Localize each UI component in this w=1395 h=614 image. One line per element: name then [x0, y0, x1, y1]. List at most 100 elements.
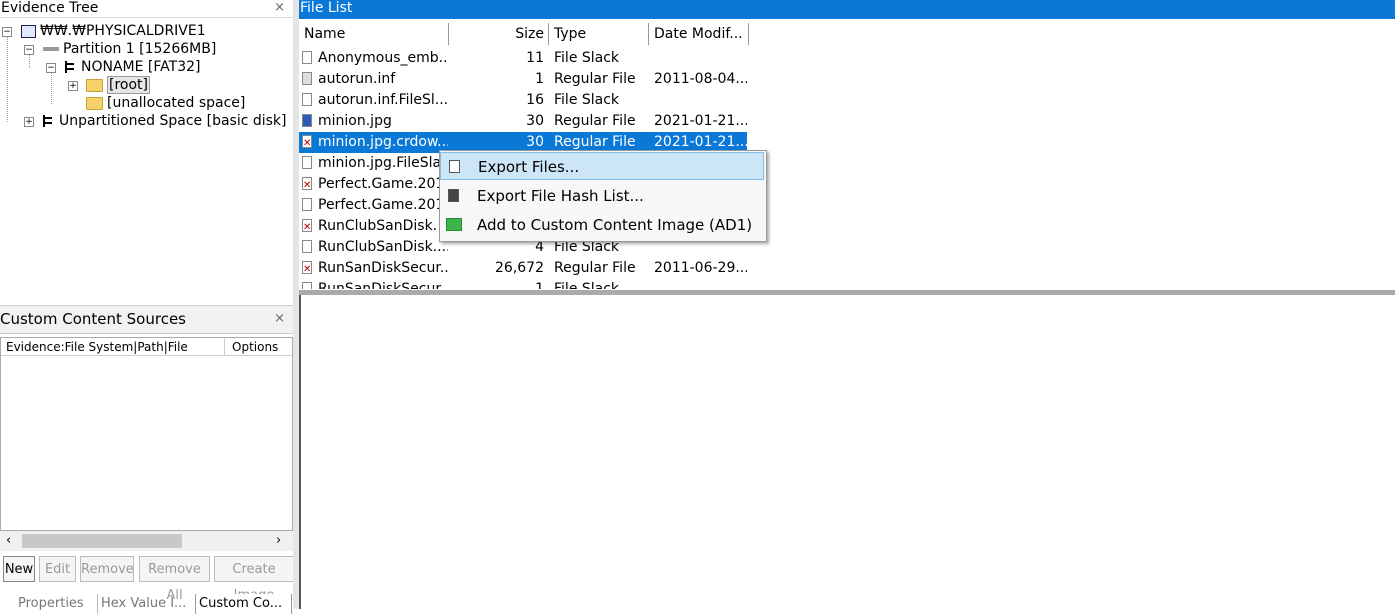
file-icon — [302, 156, 312, 169]
edit-button[interactable]: Edit — [39, 556, 76, 582]
file-icon — [302, 72, 312, 85]
tree-expand-icon[interactable]: + — [24, 117, 34, 127]
cell-name: Perfect.Game.201. — [318, 176, 448, 192]
cell-name: autorun.inf.FileSl... — [318, 92, 448, 108]
drive-icon — [21, 24, 36, 38]
remove-button[interactable]: Remove — [80, 556, 134, 582]
cell-name: RunClubSanDisk.... — [318, 239, 448, 255]
cell-size: 11 — [526, 50, 544, 66]
cell-name: RunClubSanDisk. — [318, 218, 438, 234]
column-header-evidence[interactable]: Evidence:File System|Path|File — [1, 338, 225, 356]
tree-item-partition[interactable]: Partition 1 [15266MB] — [43, 40, 216, 58]
cell-date: 2021-01-21... — [654, 113, 747, 129]
deleted-file-icon — [302, 133, 312, 154]
column-header-options[interactable]: Options — [225, 338, 292, 356]
file-icon — [302, 114, 312, 127]
horizontal-scrollbar[interactable]: ‹ › — [0, 531, 293, 551]
cell-name: autorun.inf — [318, 71, 396, 87]
content-viewer — [299, 295, 1395, 609]
file-list-title: File List — [299, 0, 1395, 19]
cell-date: 2011-08-04... — [654, 71, 747, 87]
scroll-left-icon[interactable]: ‹ — [6, 533, 11, 548]
cell-type: File Slack — [554, 50, 620, 66]
scroll-right-icon[interactable]: › — [276, 533, 281, 548]
folder-icon — [86, 78, 103, 92]
custom-content-title-text: Custom Content Sources — [0, 310, 186, 328]
tree-collapse-icon[interactable]: − — [2, 27, 12, 37]
cell-name: RunSanDiskSecur... — [318, 281, 448, 289]
tree-collapse-icon[interactable]: − — [24, 45, 34, 55]
table-row[interactable]: autorun.inf 1 Regular File 2011-08-04... — [299, 69, 747, 90]
tree-item-label: Partition 1 [15266MB] — [63, 41, 217, 57]
tree-collapse-icon[interactable]: − — [46, 63, 56, 73]
menu-item-label: Add to Custom Content Image (AD1) — [477, 216, 753, 234]
tree-item-label: NONAME [FAT32] — [81, 59, 201, 75]
remove-all-button[interactable]: Remove All — [139, 556, 210, 603]
tree-item-label: [root] — [107, 76, 150, 94]
column-header-name[interactable]: Name — [299, 23, 449, 45]
new-button[interactable]: New — [3, 556, 35, 582]
tree-item-label: [unallocated space] — [107, 95, 246, 111]
tree-item-unallocated[interactable]: [unallocated space] — [86, 94, 245, 112]
column-header-date[interactable]: Date Modif... — [649, 23, 749, 45]
tree-item-label: ₩₩.₩PHYSICALDRIVE1 — [40, 23, 206, 39]
custom-content-title: Custom Content Sources — [0, 305, 293, 334]
deleted-file-icon — [302, 217, 312, 238]
hash-list-icon — [448, 189, 459, 202]
cell-name: RunSanDiskSecur... — [318, 260, 448, 276]
cell-size: 16 — [526, 92, 544, 108]
scrollbar-thumb[interactable] — [22, 534, 182, 548]
file-icon — [302, 51, 312, 64]
filesystem-icon — [65, 61, 77, 73]
custom-content-grid[interactable]: Evidence:File System|Path|File Options — [0, 337, 293, 531]
create-image-button[interactable]: Create Image — [214, 556, 294, 603]
cell-size: 1 — [535, 281, 544, 289]
table-row[interactable]: autorun.inf.FileSl... 16 File Slack — [299, 90, 747, 111]
custom-content-close-icon[interactable]: × — [274, 311, 285, 326]
table-row[interactable]: Anonymous_emb... 11 File Slack — [299, 48, 747, 69]
cell-size: 1 — [535, 71, 544, 87]
menu-item-export-files[interactable]: Export Files... — [440, 152, 764, 180]
cell-name: minion.jpg.FileSla — [318, 155, 442, 171]
table-row[interactable]: RunSanDiskSecur... 26,672 Regular File 2011… — [299, 258, 747, 280]
evidence-tree-close-icon[interactable]: × — [274, 0, 285, 16]
tree-item-filesystem[interactable]: NONAME [FAT32] — [65, 58, 200, 76]
tree-item-label: Unpartitioned Space [basic disk] — [59, 113, 287, 129]
cell-size: 30 — [526, 113, 544, 129]
menu-item-label: Export File Hash List... — [477, 187, 644, 205]
partition-icon — [43, 47, 59, 51]
custom-content-panel: Custom Content Sources × Evidence:File S… — [0, 305, 294, 614]
cell-name: Perfect.Game.201. — [318, 197, 448, 213]
folder-icon — [86, 96, 103, 110]
tree-item-unpartitioned[interactable]: Unpartitioned Space [basic disk] — [43, 112, 287, 130]
menu-item-add-custom-content[interactable]: Add to Custom Content Image (AD1) — [440, 211, 764, 239]
column-header-type[interactable]: Type — [549, 23, 649, 45]
tree-item-physical-drive[interactable]: ₩₩.₩PHYSICALDRIVE1 — [21, 22, 206, 40]
menu-item-label: Export Files... — [478, 158, 580, 176]
file-icon — [302, 240, 312, 253]
file-icon — [302, 93, 312, 106]
evidence-tree-title: Evidence Tree — [0, 0, 293, 18]
file-icon — [449, 160, 460, 173]
table-row[interactable]: RunSanDiskSecur... 1 File Slack — [299, 279, 747, 289]
tree-expand-icon[interactable]: + — [68, 81, 78, 91]
cell-type: Regular File — [554, 260, 636, 276]
tab-properties[interactable]: Properties — [18, 594, 94, 614]
tab-hex-value[interactable]: Hex Value I... — [97, 594, 197, 614]
cell-type: File Slack — [554, 281, 620, 289]
cell-name: minion.jpg — [318, 113, 392, 129]
table-row[interactable]: minion.jpg 30 Regular File 2021-01-21... — [299, 111, 747, 132]
column-header-size[interactable]: Size — [449, 23, 549, 45]
add-image-icon — [446, 218, 462, 231]
tab-custom-content[interactable]: Custom Co... — [195, 594, 292, 614]
context-menu: Export Files... Export File Hash List...… — [439, 150, 767, 242]
file-icon — [302, 198, 312, 211]
tree-item-root[interactable]: [root] — [86, 76, 150, 94]
menu-item-export-hash-list[interactable]: Export File Hash List... — [440, 182, 764, 210]
cell-type: Regular File — [554, 71, 636, 87]
deleted-file-icon — [302, 259, 312, 280]
filesystem-icon — [43, 115, 55, 127]
file-icon — [302, 282, 312, 289]
deleted-file-icon — [302, 175, 312, 196]
cell-type: File Slack — [554, 92, 620, 108]
